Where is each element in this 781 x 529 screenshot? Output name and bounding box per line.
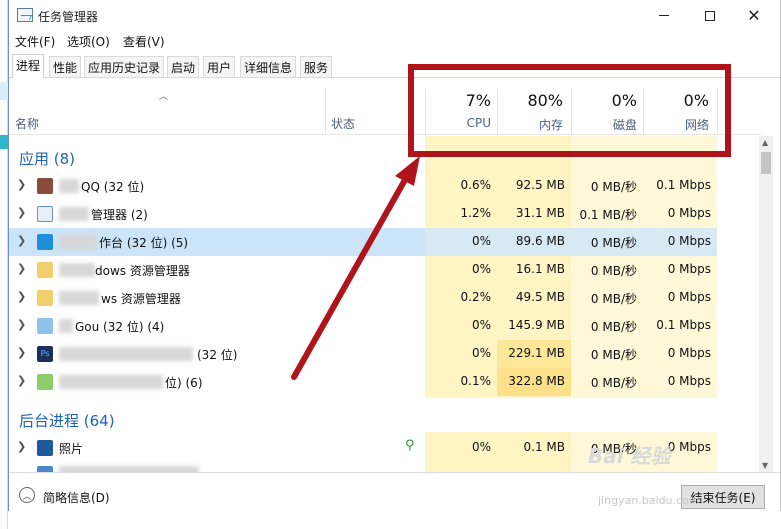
highlight-rectangle (408, 64, 731, 157)
annotation-arrow-head (395, 156, 420, 186)
watermark-url: jingyan.baidu.com (598, 494, 700, 507)
annotation-arrow-shaft (291, 175, 409, 380)
watermark-logo: Bai 经验 (588, 444, 671, 468)
